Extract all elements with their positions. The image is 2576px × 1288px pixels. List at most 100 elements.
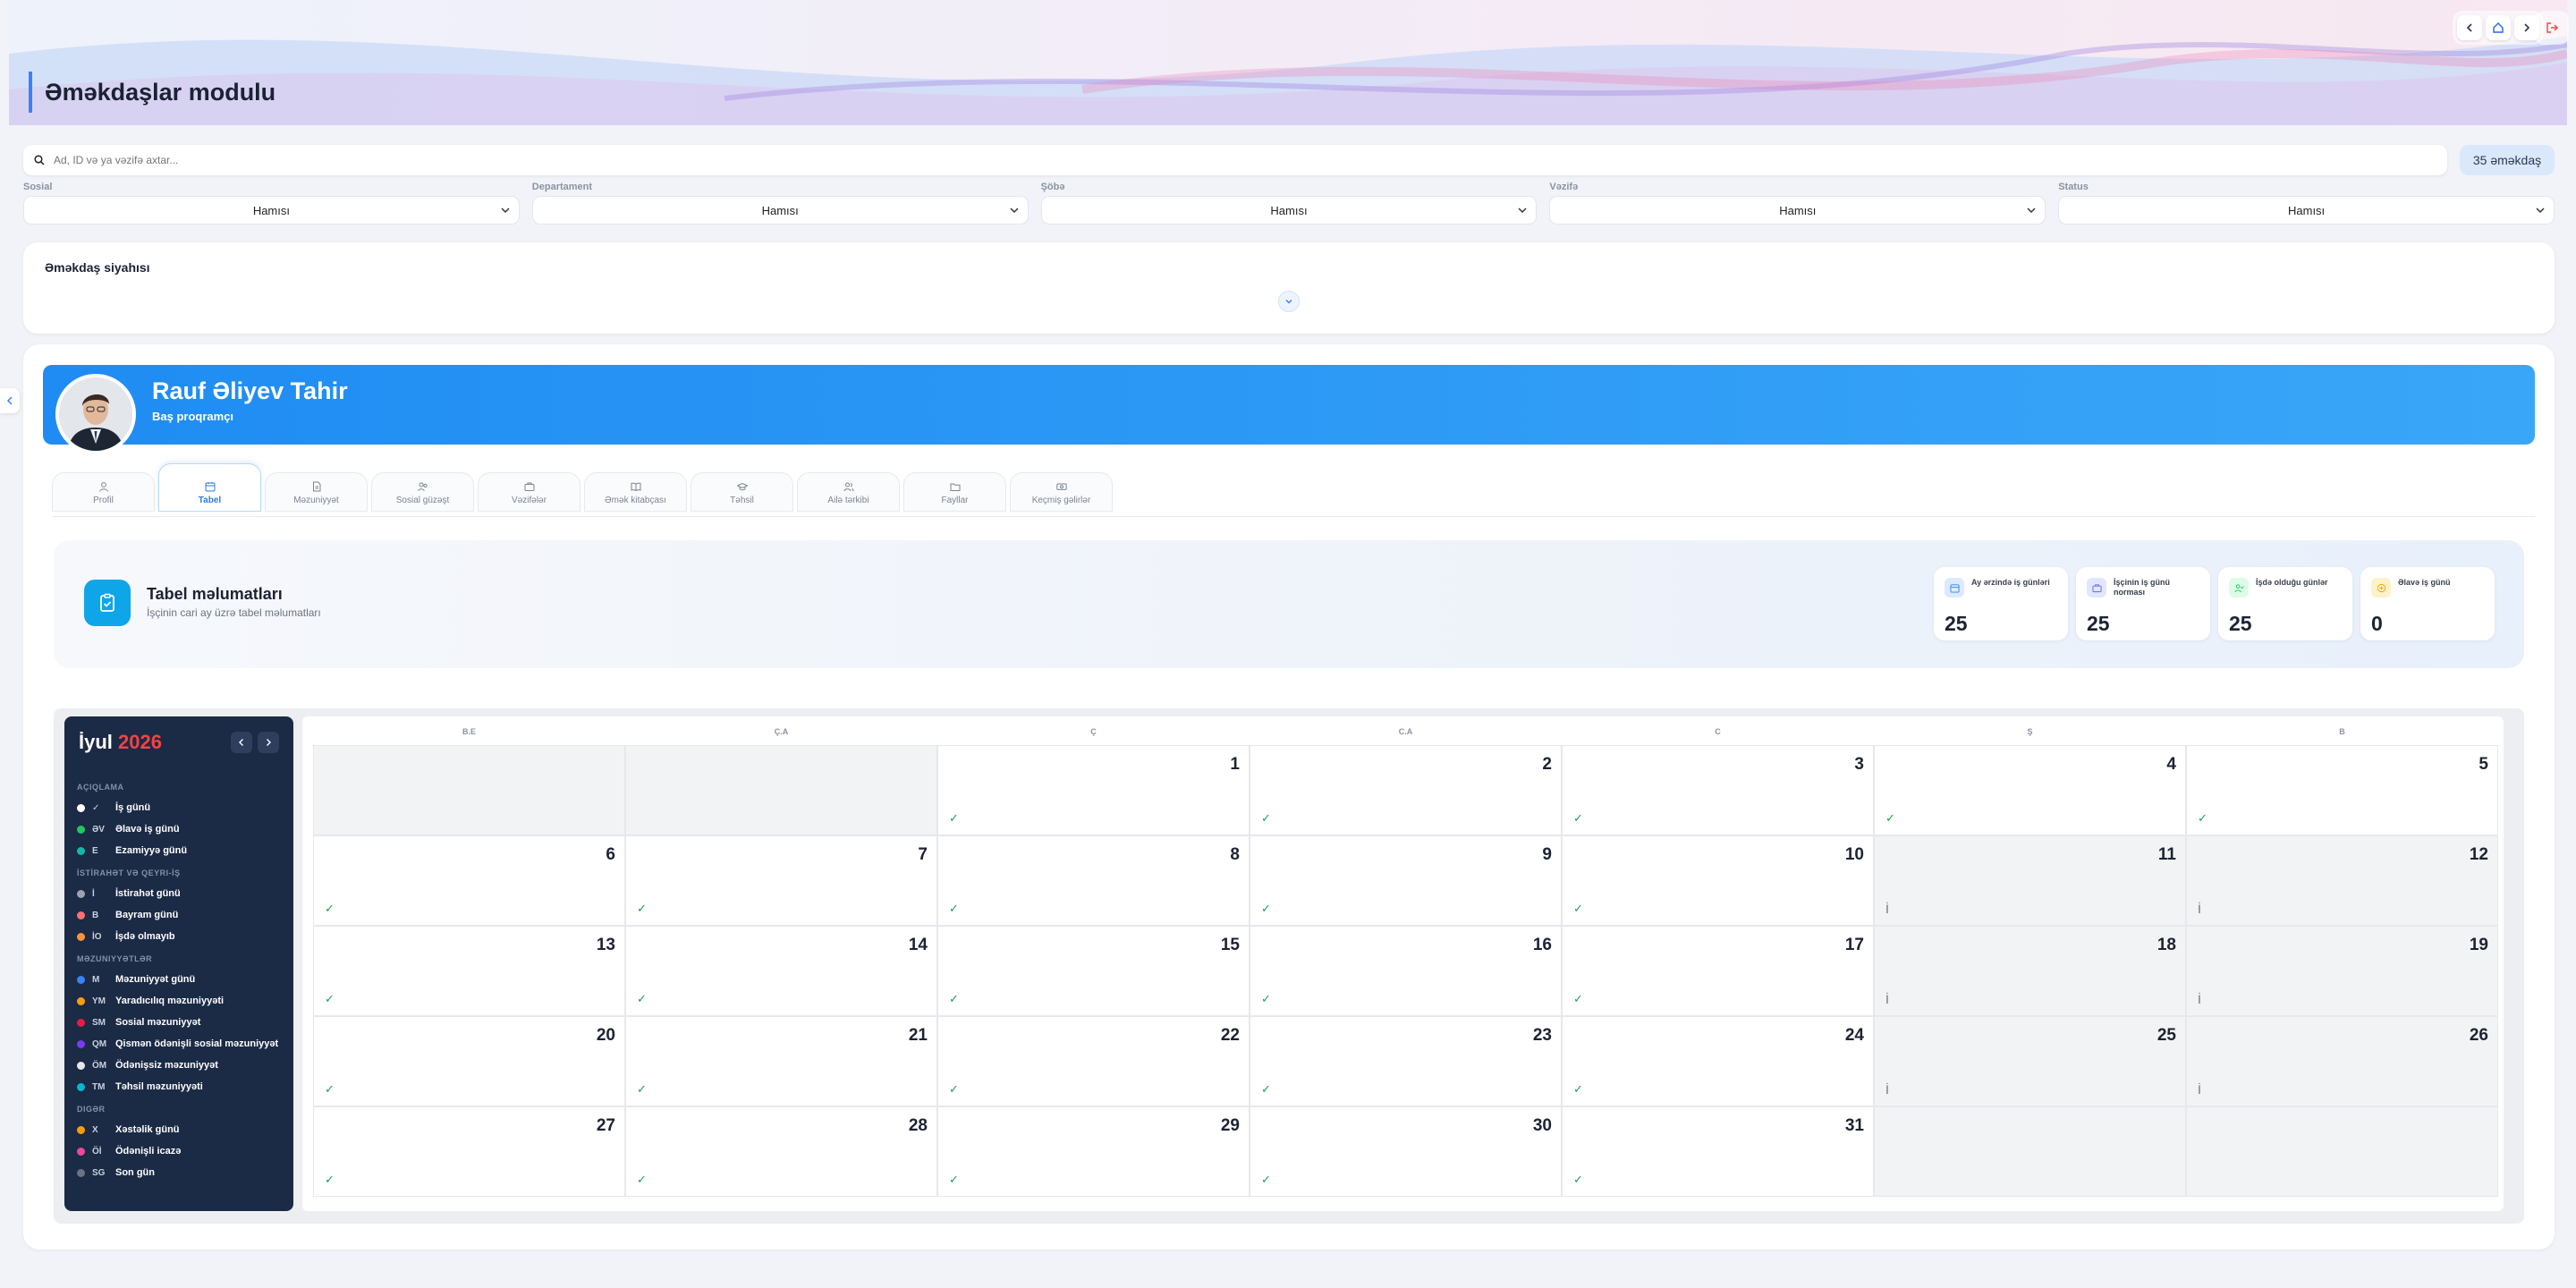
legend-label: Əlavə iş günü [115,824,180,835]
work-day-check-icon: ✓ [1573,992,1583,1005]
calendar-day-cell[interactable]: 13 ✓ [313,926,625,1016]
calendar-day-cell[interactable]: 21 ✓ [625,1016,937,1106]
calendar-day-cell[interactable]: 24 ✓ [1562,1016,1874,1106]
legend-code: İO [92,931,102,942]
day-number: 27 [596,1116,615,1135]
work-day-check-icon: ✓ [949,1173,959,1186]
legend-label: İşdə olmayıb [115,931,175,942]
day-number: 5 [2479,755,2488,774]
legend-color-dot [77,1125,85,1134]
calendar-day-cell[interactable]: 4 ✓ [1874,745,2186,835]
calendar-day-cell[interactable]: 1 ✓ [937,745,1250,835]
tab-label: Sosial güzəşt [395,496,450,505]
calendar-day-cell[interactable]: 18 İ [1874,926,2186,1016]
calendar-day-cell[interactable]: 17 ✓ [1562,926,1874,1016]
profile-name: Rauf Əliyev Tahir [152,377,348,404]
legend-item: ✓ İş günü [77,797,287,818]
tab-kecmis-gelirler[interactable]: Keçmiş gəlirlər [1010,472,1113,512]
legend-code: SM [92,1017,106,1028]
work-day-check-icon: ✓ [1885,811,1895,825]
calendar-day-cell[interactable]: 15 ✓ [937,926,1250,1016]
day-number: 10 [1844,845,1864,864]
legend-section-title: MƏZUNIYYƏTLƏR [77,954,153,963]
legend-item: İO İşdə olmayıb [77,926,287,947]
calendar-day-cell[interactable]: 2 ✓ [1250,745,1562,835]
header-banner: Əməkdaşlar modulu [9,0,2567,125]
stat-value: 25 [1945,612,1968,635]
calendar-day-cell[interactable]: 10 ✓ [1562,835,1874,926]
calendar-day-cell[interactable]: 6 ✓ [313,835,625,926]
calendar-day-cell[interactable]: 14 ✓ [625,926,937,1016]
tab-label: Təhsil [730,496,754,505]
prev-month-button[interactable] [231,732,252,753]
filter-select-sobe[interactable]: Hamısı [1040,196,1538,225]
profile-banner: Rauf Əliyev Tahir Baş proqramçı [43,365,2535,454]
expand-list-button[interactable] [1278,291,1300,312]
filter-select-sosial[interactable]: Hamısı [23,196,520,225]
month-name: İyul [79,731,113,753]
tab-mezuniyyet[interactable]: Məzuniyyət [265,472,368,512]
tab-aile-terkibi[interactable]: Ailə tərkibi [797,472,900,512]
tab-profil[interactable]: Profil [52,472,155,512]
legend-code: İ [92,888,95,899]
legend-label: Xəstəlik günü [115,1124,180,1135]
work-day-check-icon: ✓ [949,811,959,825]
chevron-down-icon [1285,299,1292,304]
calendar-day-cell[interactable]: 3 ✓ [1562,745,1874,835]
search-input[interactable] [54,154,590,166]
filter-select-departament[interactable]: Hamısı [531,196,1029,225]
employee-list-card: Əməkdaş siyahısı [23,242,2555,334]
calendar-day-cell[interactable]: 23 ✓ [1250,1016,1562,1106]
legend-code: X [92,1124,98,1135]
day-number: 3 [1854,755,1864,774]
tab-sosial-guzest[interactable]: Sosial güzəşt [371,472,474,512]
calendar-day-cell[interactable]: 8 ✓ [937,835,1250,926]
calendar-day-cell[interactable]: 16 ✓ [1250,926,1562,1016]
calendar-day-cell[interactable]: 22 ✓ [937,1016,1250,1106]
calendar-day-cell[interactable]: 31 ✓ [1562,1106,1874,1197]
logout-button[interactable] [2535,11,2569,45]
legend-item: E Ezamiyyə günü [77,840,287,861]
calendar-day-cell[interactable]: 11 İ [1874,835,2186,926]
calendar-day-cell[interactable]: 9 ✓ [1250,835,1562,926]
page-title: Əməkdaşlar modulu [29,72,275,113]
filter-select-vezife[interactable]: Hamısı [1549,196,2046,225]
calendar-day-cell[interactable]: 25 İ [1874,1016,2186,1106]
tab-label: Keçmiş gəlirlər [1031,496,1091,505]
calendar-day-cell[interactable]: 30 ✓ [1250,1106,1562,1197]
filter-label: Status [2058,182,2089,192]
calendar-day-cell[interactable]: 20 ✓ [313,1016,625,1106]
calendar-day-cell[interactable]: 28 ✓ [625,1106,937,1197]
tab-emek-kitabcasi[interactable]: Əmək kitabçası [584,472,687,512]
filter-select-status[interactable]: Hamısı [2058,196,2555,225]
tab-vezifeler[interactable]: Vəzifələr [478,472,580,512]
back-button[interactable] [2457,15,2482,40]
work-day-check-icon: ✓ [325,1173,335,1186]
home-button[interactable] [2486,15,2511,40]
calendar-day-cell[interactable]: 29 ✓ [937,1106,1250,1197]
calendar-day-cell[interactable]: 26 İ [2186,1016,2498,1106]
calendar-day-cell[interactable]: 27 ✓ [313,1106,625,1197]
legend-item: X Xəstəlik günü [77,1119,287,1140]
calendar-day-cell[interactable]: 7 ✓ [625,835,937,926]
book-icon [631,482,640,492]
tab-fayllar[interactable]: Fayllar [903,472,1006,512]
user-check-icon [2229,578,2249,597]
work-day-check-icon: ✓ [949,1082,959,1096]
tab-tabel[interactable]: Tabel [158,463,261,512]
filter-value: Hamısı [1779,204,1817,217]
calendar-empty-cell [1874,1106,2186,1197]
legend-code: M [92,974,100,985]
calendar-day-cell[interactable]: 19 İ [2186,926,2498,1016]
clipboard-check-icon [84,580,131,626]
next-month-button[interactable] [258,732,279,753]
legend-code: QM [92,1038,107,1049]
tab-tehsil[interactable]: Təhsil [691,472,793,512]
sidebar-toggle-button[interactable] [0,388,20,413]
day-number: 1 [1230,755,1240,774]
day-number: 19 [2469,936,2488,954]
calendar-day-cell[interactable]: 5 ✓ [2186,745,2498,835]
legend-color-dot [77,825,85,834]
calendar-day-cell[interactable]: 12 İ [2186,835,2498,926]
day-number: 30 [1532,1116,1552,1135]
